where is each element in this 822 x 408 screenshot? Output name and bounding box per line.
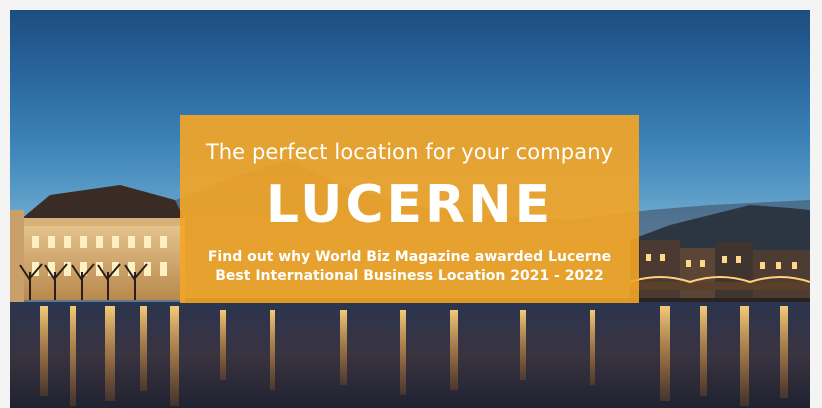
hero-section: The perfect location for your company LU… (10, 10, 810, 408)
award-line-2: Best International Business Location 202… (215, 268, 604, 284)
hero-banner: The perfect location for your company LU… (180, 115, 639, 303)
theatre-building (10, 185, 185, 305)
hero-headline: LUCERNE (265, 175, 554, 235)
award-text[interactable]: Find out why World Biz Magazine awarded … (180, 248, 639, 286)
lake-water (10, 302, 810, 408)
award-line-1: Find out why World Biz Magazine awarded … (207, 249, 612, 265)
hero-tagline: The perfect location for your company (205, 140, 614, 164)
